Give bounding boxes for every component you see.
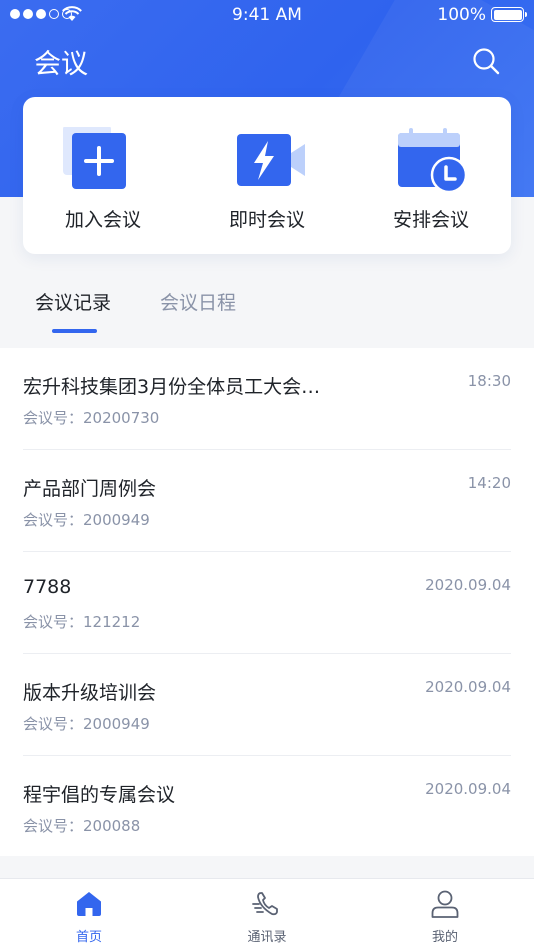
list-item[interactable]: 程宇倡的专属会议 会议号：200088 2020.09.04: [0, 756, 534, 858]
home-icon: [77, 892, 101, 916]
list-item[interactable]: 宏升科技集团3月份全体员工大会… 会议号：20200730 18:30: [0, 348, 534, 450]
meeting-number: 会议号：2000949: [23, 715, 150, 733]
join-meeting-button[interactable]: 加入会议: [23, 97, 183, 254]
tabbar-contacts[interactable]: 通讯录: [178, 879, 356, 950]
meeting-title: 程宇倡的专属会议: [23, 784, 176, 806]
meeting-time: 14:20: [467, 474, 511, 492]
search-icon[interactable]: [472, 47, 500, 75]
phone-icon: [252, 892, 278, 916]
battery-percentage: 100%: [437, 5, 486, 25]
schedule-meeting-button[interactable]: 安排会议: [351, 97, 511, 254]
meeting-time: 2020.09.04: [425, 576, 511, 594]
tabbar-me[interactable]: 我的: [356, 879, 534, 950]
meeting-title: 产品部门周例会: [23, 478, 157, 500]
instant-meeting-label: 即时会议: [228, 209, 305, 231]
meeting-list: 宏升科技集团3月份全体员工大会… 会议号：20200730 18:30 产品部门…: [0, 348, 534, 856]
list-item[interactable]: 7788 会议号：121212 2020.09.04: [0, 552, 534, 654]
list-item[interactable]: 版本升级培训会 会议号：2000949 2020.09.04: [0, 654, 534, 756]
user-icon: [431, 890, 459, 918]
tabbar-home[interactable]: 首页: [0, 879, 178, 950]
page-title: 会议: [34, 49, 88, 80]
tab-meeting-schedule[interactable]: 会议日程: [160, 288, 236, 315]
meeting-title: 7788: [23, 576, 72, 598]
video-flash-icon: [237, 134, 305, 186]
tab-meeting-records[interactable]: 会议记录: [35, 288, 111, 315]
meeting-time: 2020.09.04: [425, 678, 511, 696]
active-tab-indicator: [52, 329, 97, 333]
meeting-number: 会议号：20200730: [23, 409, 160, 427]
meeting-title: 宏升科技集团3月份全体员工大会…: [23, 376, 321, 398]
meeting-time: 18:30: [467, 372, 511, 390]
calendar-clock-icon: [398, 128, 468, 194]
quick-actions-card: 加入会议 即时会议 安排会议: [23, 97, 511, 254]
bottom-tab-bar: 首页 通讯录 我的: [0, 878, 534, 950]
tabbar-home-label: 首页: [75, 930, 102, 945]
meeting-title: 版本升级培训会: [23, 682, 157, 704]
list-item[interactable]: 产品部门周例会 会议号：2000949 14:20: [0, 450, 534, 552]
meeting-tabs: 会议记录 会议日程: [0, 270, 534, 348]
meeting-time: 2020.09.04: [425, 780, 511, 798]
meeting-number: 会议号：121212: [23, 613, 141, 631]
instant-meeting-button[interactable]: 即时会议: [187, 97, 347, 254]
battery-icon: [491, 7, 527, 22]
join-meeting-label: 加入会议: [64, 209, 141, 231]
tabbar-contacts-label: 通讯录: [247, 930, 287, 945]
schedule-meeting-label: 安排会议: [392, 209, 469, 231]
status-bar: 9:41 AM 100%: [0, 0, 534, 30]
meeting-number: 会议号：2000949: [23, 511, 150, 529]
meeting-number: 会议号：200088: [23, 817, 141, 835]
tabbar-me-label: 我的: [431, 930, 458, 945]
plus-icon: [63, 127, 126, 189]
